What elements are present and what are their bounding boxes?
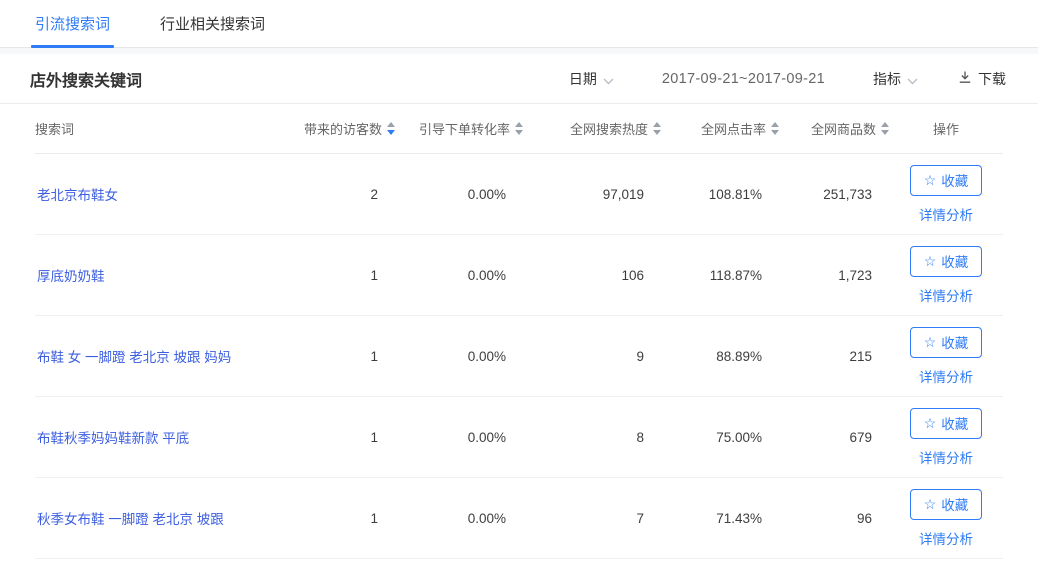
detail-analysis-link[interactable]: 详情分析	[919, 447, 973, 467]
product-count-value: 96	[779, 511, 889, 526]
col-header-keyword: 搜索词	[35, 119, 285, 138]
favorite-button-label: 收藏	[941, 170, 968, 190]
date-range-value[interactable]: 2017-09-21~2017-09-21	[662, 71, 825, 87]
chevron-down-icon	[907, 72, 918, 88]
click-rate-value: 71.43%	[661, 511, 779, 526]
toolbar-right: 日期 2017-09-21~2017-09-21 指标 下载	[569, 69, 1006, 89]
star-icon: ☆	[924, 173, 937, 187]
table-row: 布鞋秋季妈妈鞋新款 平底 1 0.00% 8 75.00% 679 ☆ 收藏 详…	[35, 397, 1003, 478]
table-row: 布鞋 女 一脚蹬 老北京 坡跟 妈妈 1 0.00% 9 88.89% 215 …	[35, 316, 1003, 397]
star-icon: ☆	[924, 335, 937, 349]
product-count-value: 215	[779, 349, 889, 364]
keyword-link[interactable]: 秋季女布鞋 一脚蹬 老北京 坡跟	[35, 512, 224, 527]
star-icon: ☆	[924, 416, 937, 430]
conversion-value: 0.00%	[395, 349, 523, 364]
table-header-row: 搜索词 带来的访客数 引导下单转化率 全网搜索热度 全网点击率 全网商品数	[35, 104, 1003, 154]
click-rate-value: 108.81%	[661, 187, 779, 202]
favorite-button-label: 收藏	[941, 332, 968, 352]
keyword-link[interactable]: 布鞋 女 一脚蹬 老北京 坡跟 妈妈	[35, 350, 231, 365]
product-count-value: 251,733	[779, 187, 889, 202]
col-header-click-rate: 全网点击率	[661, 119, 779, 138]
tab-traffic-search-words[interactable]: 引流搜索词	[35, 0, 110, 47]
download-label: 下载	[978, 69, 1006, 89]
tab-industry-related-words[interactable]: 行业相关搜索词	[160, 0, 265, 47]
favorite-button-label: 收藏	[941, 251, 968, 271]
visitors-value: 1	[285, 511, 395, 526]
favorite-button[interactable]: ☆ 收藏	[910, 246, 983, 277]
favorite-button[interactable]: ☆ 收藏	[910, 408, 983, 439]
click-rate-value: 75.00%	[661, 430, 779, 445]
keyword-link[interactable]: 老北京布鞋女	[35, 188, 118, 203]
download-button[interactable]: 下载	[958, 69, 1006, 89]
conversion-value: 0.00%	[395, 187, 523, 202]
visitors-value: 2	[285, 187, 395, 202]
product-count-value: 679	[779, 430, 889, 445]
product-count-value: 1,723	[779, 268, 889, 283]
favorite-button[interactable]: ☆ 收藏	[910, 327, 983, 358]
search-heat-value: 9	[523, 349, 661, 364]
detail-analysis-link[interactable]: 详情分析	[919, 528, 973, 548]
sort-icon[interactable]	[881, 122, 889, 135]
click-rate-value: 88.89%	[661, 349, 779, 364]
keywords-table: 搜索词 带来的访客数 引导下单转化率 全网搜索热度 全网点击率 全网商品数	[35, 104, 1003, 559]
visitors-value: 1	[285, 349, 395, 364]
table-body: 老北京布鞋女 2 0.00% 97,019 108.81% 251,733 ☆ …	[35, 154, 1003, 559]
sort-icon[interactable]	[653, 122, 661, 135]
keyword-cell: 秋季女布鞋 一脚蹬 老北京 坡跟	[35, 508, 285, 528]
sort-icon[interactable]	[771, 122, 779, 135]
col-header-conversion: 引导下单转化率	[395, 119, 523, 138]
keyword-cell: 布鞋秋季妈妈鞋新款 平底	[35, 427, 285, 447]
date-dropdown-label: 日期	[569, 69, 597, 89]
traffic-search-words-page: 引流搜索词 行业相关搜索词 店外搜索关键词 日期 2017-09-21~2017…	[0, 0, 1038, 561]
table-row: 秋季女布鞋 一脚蹬 老北京 坡跟 1 0.00% 7 71.43% 96 ☆ 收…	[35, 478, 1003, 559]
visitors-value: 1	[285, 268, 395, 283]
actions-cell: ☆ 收藏 详情分析	[889, 246, 1003, 305]
detail-analysis-link[interactable]: 详情分析	[919, 366, 973, 386]
detail-analysis-link[interactable]: 详情分析	[919, 204, 973, 224]
conversion-value: 0.00%	[395, 430, 523, 445]
click-rate-value: 118.87%	[661, 268, 779, 283]
table-row: 老北京布鞋女 2 0.00% 97,019 108.81% 251,733 ☆ …	[35, 154, 1003, 235]
tab-label: 行业相关搜索词	[160, 13, 265, 34]
star-icon: ☆	[924, 254, 937, 268]
toolbar: 店外搜索关键词 日期 2017-09-21~2017-09-21 指标 下载	[0, 54, 1038, 104]
keyword-cell: 老北京布鞋女	[35, 184, 285, 204]
actions-cell: ☆ 收藏 详情分析	[889, 489, 1003, 548]
tab-bar: 引流搜索词 行业相关搜索词	[0, 0, 1038, 48]
tab-label: 引流搜索词	[35, 13, 110, 34]
favorite-button[interactable]: ☆ 收藏	[910, 165, 983, 196]
chevron-down-icon	[603, 72, 614, 88]
keyword-cell: 布鞋 女 一脚蹬 老北京 坡跟 妈妈	[35, 346, 285, 366]
download-icon	[958, 70, 972, 87]
col-header-visitors: 带来的访客数	[285, 119, 395, 138]
col-header-product-count: 全网商品数	[779, 119, 889, 138]
col-header-search-heat: 全网搜索热度	[523, 119, 661, 138]
favorite-button-label: 收藏	[941, 413, 968, 433]
search-heat-value: 8	[523, 430, 661, 445]
conversion-value: 0.00%	[395, 268, 523, 283]
detail-analysis-link[interactable]: 详情分析	[919, 285, 973, 305]
page-title: 店外搜索关键词	[30, 67, 142, 91]
conversion-value: 0.00%	[395, 511, 523, 526]
sort-icon[interactable]	[515, 122, 523, 135]
search-heat-value: 106	[523, 268, 661, 283]
star-icon: ☆	[924, 497, 937, 511]
search-heat-value: 97,019	[523, 187, 661, 202]
actions-cell: ☆ 收藏 详情分析	[889, 327, 1003, 386]
favorite-button-label: 收藏	[941, 494, 968, 514]
metric-dropdown[interactable]: 指标	[873, 69, 918, 89]
date-dropdown[interactable]: 日期	[569, 69, 614, 89]
keyword-cell: 厚底奶奶鞋	[35, 265, 285, 285]
sort-icon[interactable]	[387, 122, 395, 135]
favorite-button[interactable]: ☆ 收藏	[910, 489, 983, 520]
col-header-actions: 操作	[889, 119, 1003, 138]
keyword-link[interactable]: 布鞋秋季妈妈鞋新款 平底	[35, 431, 189, 446]
actions-cell: ☆ 收藏 详情分析	[889, 165, 1003, 224]
metric-dropdown-label: 指标	[873, 69, 901, 89]
actions-cell: ☆ 收藏 详情分析	[889, 408, 1003, 467]
search-heat-value: 7	[523, 511, 661, 526]
keyword-link[interactable]: 厚底奶奶鞋	[35, 269, 105, 284]
visitors-value: 1	[285, 430, 395, 445]
table-row: 厚底奶奶鞋 1 0.00% 106 118.87% 1,723 ☆ 收藏 详情分…	[35, 235, 1003, 316]
